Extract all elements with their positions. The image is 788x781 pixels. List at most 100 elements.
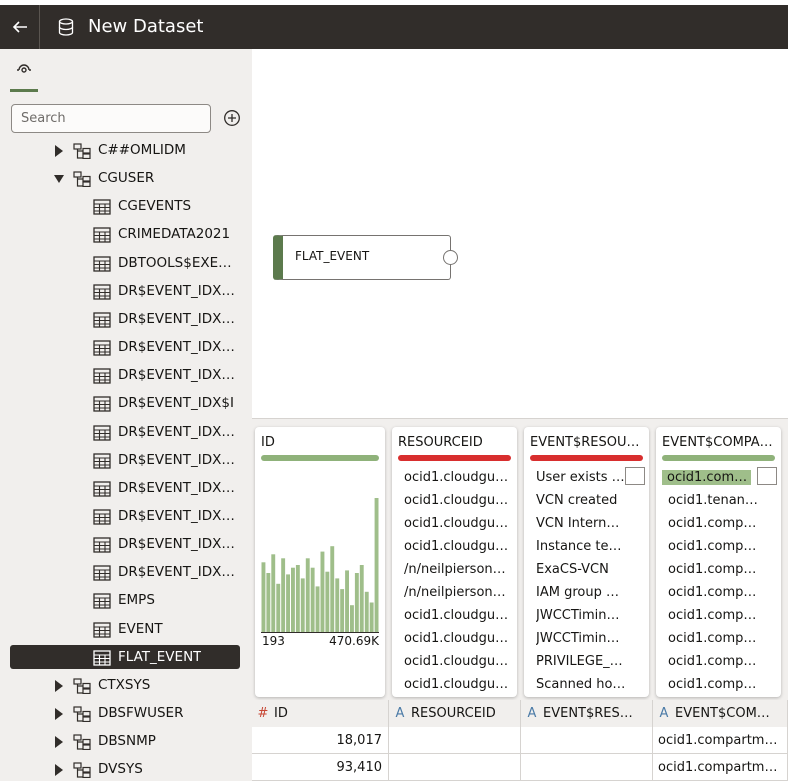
profile-value[interactable]: ocid1.comp…: [668, 562, 756, 577]
expand-caret-icon[interactable]: [54, 764, 64, 776]
profile-value[interactable]: ocid1.tenan…: [668, 493, 758, 508]
diagram-canvas[interactable]: [252, 49, 788, 418]
profile-value[interactable]: JWCCTimin…: [536, 608, 620, 623]
expand-caret-icon[interactable]: [54, 145, 64, 157]
tree-table[interactable]: DR$EVENT_IDX$…: [0, 475, 252, 503]
tab-sources[interactable]: [10, 59, 38, 92]
profile-value[interactable]: ocid1.cloudgua…: [404, 677, 513, 692]
tree-table[interactable]: DR$EVENT_IDX$…: [0, 334, 252, 362]
tree-schema[interactable]: DBSNMP: [0, 728, 252, 756]
tree-schema[interactable]: C##OMLIDM: [0, 137, 252, 165]
histogram-bar[interactable]: [276, 583, 281, 632]
profile-value[interactable]: ocid1.comp…: [668, 654, 756, 669]
profile-value[interactable]: ocid1.cloudgua…: [404, 608, 513, 623]
tree-schema[interactable]: CTXSYS: [0, 672, 252, 700]
tree-table[interactable]: DR$EVENT_IDX$…: [0, 419, 252, 447]
tree-table[interactable]: DR$EVENT_IDX$I: [0, 390, 252, 418]
column-profile-card[interactable]: EVENT$COMPA… ocid1.comp… ocid1.tenan… ocid1…: [656, 427, 781, 697]
expand-caret-icon[interactable]: [54, 680, 64, 692]
tree-table[interactable]: DR$EVENT_IDX$…: [0, 503, 252, 531]
node-output-port[interactable]: [443, 250, 458, 265]
histogram-bar[interactable]: [261, 562, 266, 632]
table-cell[interactable]: 18,017: [252, 727, 389, 754]
table-cell[interactable]: ocid1.compartm…: [653, 754, 788, 781]
histogram-bar[interactable]: [364, 591, 369, 632]
table-cell[interactable]: [389, 754, 521, 781]
profile-value[interactable]: Scanned ho…: [536, 677, 625, 692]
profile-value[interactable]: ocid1.comp…: [668, 608, 756, 623]
histogram-bar[interactable]: [345, 570, 349, 632]
histogram-bar[interactable]: [354, 573, 359, 632]
histogram-bar[interactable]: [325, 571, 330, 632]
profile-value[interactable]: Instance te…: [536, 539, 622, 554]
profile-value[interactable]: ocid1.comp…: [668, 677, 756, 692]
histogram-bar[interactable]: [291, 567, 295, 632]
tree-table-selected[interactable]: FLAT_EVENT: [0, 644, 252, 672]
histogram-bar[interactable]: [350, 605, 354, 632]
profile-value[interactable]: IAM group …: [536, 585, 619, 600]
histogram-bar[interactable]: [310, 567, 315, 632]
column-profile-card[interactable]: EVENT$RESOU… User exists … VCN created VCN …: [524, 427, 649, 697]
histogram-bar[interactable]: [300, 578, 305, 632]
add-icon[interactable]: [223, 109, 241, 127]
histogram-bar[interactable]: [320, 551, 325, 632]
profile-value[interactable]: ocid1.comp…: [668, 539, 756, 554]
profile-value[interactable]: ocid1.comp…: [668, 631, 756, 646]
table-cell[interactable]: 93,410: [252, 754, 389, 781]
tree-table[interactable]: DR$EVENT_IDX$…: [0, 278, 252, 306]
column-header[interactable]: A RESOURCEID: [389, 700, 521, 727]
histogram-bar[interactable]: [335, 578, 340, 632]
profile-value[interactable]: PRIVILEGE_…: [536, 654, 623, 669]
histogram-bar[interactable]: [271, 554, 276, 632]
column-profile-card[interactable]: ID 193 470.69K: [255, 427, 385, 697]
histogram-bar[interactable]: [315, 586, 320, 632]
histogram-bar[interactable]: [340, 589, 345, 632]
histogram-bar[interactable]: [286, 574, 290, 632]
search-input[interactable]: Search: [11, 104, 211, 133]
histogram-bar[interactable]: [374, 498, 379, 632]
histogram-bar[interactable]: [266, 573, 271, 632]
tree-table[interactable]: CGEVENTS: [0, 193, 252, 221]
expand-caret-icon[interactable]: [54, 736, 64, 748]
table-cell[interactable]: [389, 727, 521, 754]
profile-value[interactable]: ocid1.cloudgua…: [404, 516, 513, 531]
tree-schema[interactable]: DVSYS: [0, 756, 252, 781]
profile-value[interactable]: ExaCS-VCN: [536, 562, 609, 577]
histogram-bar[interactable]: [359, 565, 364, 632]
profile-value[interactable]: JWCCTimin…: [536, 631, 620, 646]
table-cell[interactable]: [521, 727, 653, 754]
profile-value[interactable]: /n/neilpierson…: [404, 562, 506, 577]
histogram-bar[interactable]: [369, 602, 374, 633]
collapse-caret-icon[interactable]: [54, 174, 64, 184]
table-cell[interactable]: ocid1.compartm…: [653, 727, 788, 754]
profile-value[interactable]: /n/neilpierson…: [404, 585, 506, 600]
tree-table[interactable]: DR$EVENT_IDX$…: [0, 362, 252, 390]
histogram-bar[interactable]: [305, 558, 310, 632]
column-header[interactable]: A EVENT$RES…: [521, 700, 653, 727]
profile-value[interactable]: VCN Intern…: [536, 516, 619, 531]
tree-table[interactable]: EMPS: [0, 587, 252, 615]
tree-schema[interactable]: CGUSER: [0, 165, 252, 193]
profile-value[interactable]: ocid1.cloudgua…: [404, 631, 513, 646]
tree-table[interactable]: DR$EVENT_IDX$…: [0, 447, 252, 475]
profile-value[interactable]: ocid1.cloudgua…: [404, 493, 513, 508]
tree-table[interactable]: DR$EVENT_IDX$…: [0, 559, 252, 587]
dataset-node[interactable]: FLAT_EVENT: [273, 235, 458, 280]
profile-value[interactable]: ocid1.comp…: [668, 585, 756, 600]
profile-value[interactable]: ocid1.cloudgua…: [404, 654, 513, 669]
profile-value[interactable]: ocid1.comp…: [668, 516, 756, 531]
column-header[interactable]: # ID: [252, 700, 389, 727]
profile-value[interactable]: ocid1.cloudgua…: [404, 539, 513, 554]
histogram-bar[interactable]: [330, 546, 335, 632]
table-cell[interactable]: [521, 754, 653, 781]
profile-value[interactable]: ocid1.cloudgua…: [404, 470, 513, 485]
column-profile-card[interactable]: RESOURCEID ocid1.cloudgua… ocid1.cloudgua……: [392, 427, 517, 697]
tree-table[interactable]: CRIMEDATA2021: [0, 221, 252, 249]
tree-table[interactable]: DR$EVENT_IDX$…: [0, 306, 252, 334]
profile-value[interactable]: VCN created: [536, 493, 617, 508]
tree-table[interactable]: EVENT: [0, 616, 252, 644]
expand-caret-icon[interactable]: [54, 708, 64, 720]
tree-table[interactable]: DR$EVENT_IDX$…: [0, 531, 252, 559]
histogram-bar[interactable]: [295, 565, 300, 632]
column-header[interactable]: A EVENT$COM…: [653, 700, 788, 727]
